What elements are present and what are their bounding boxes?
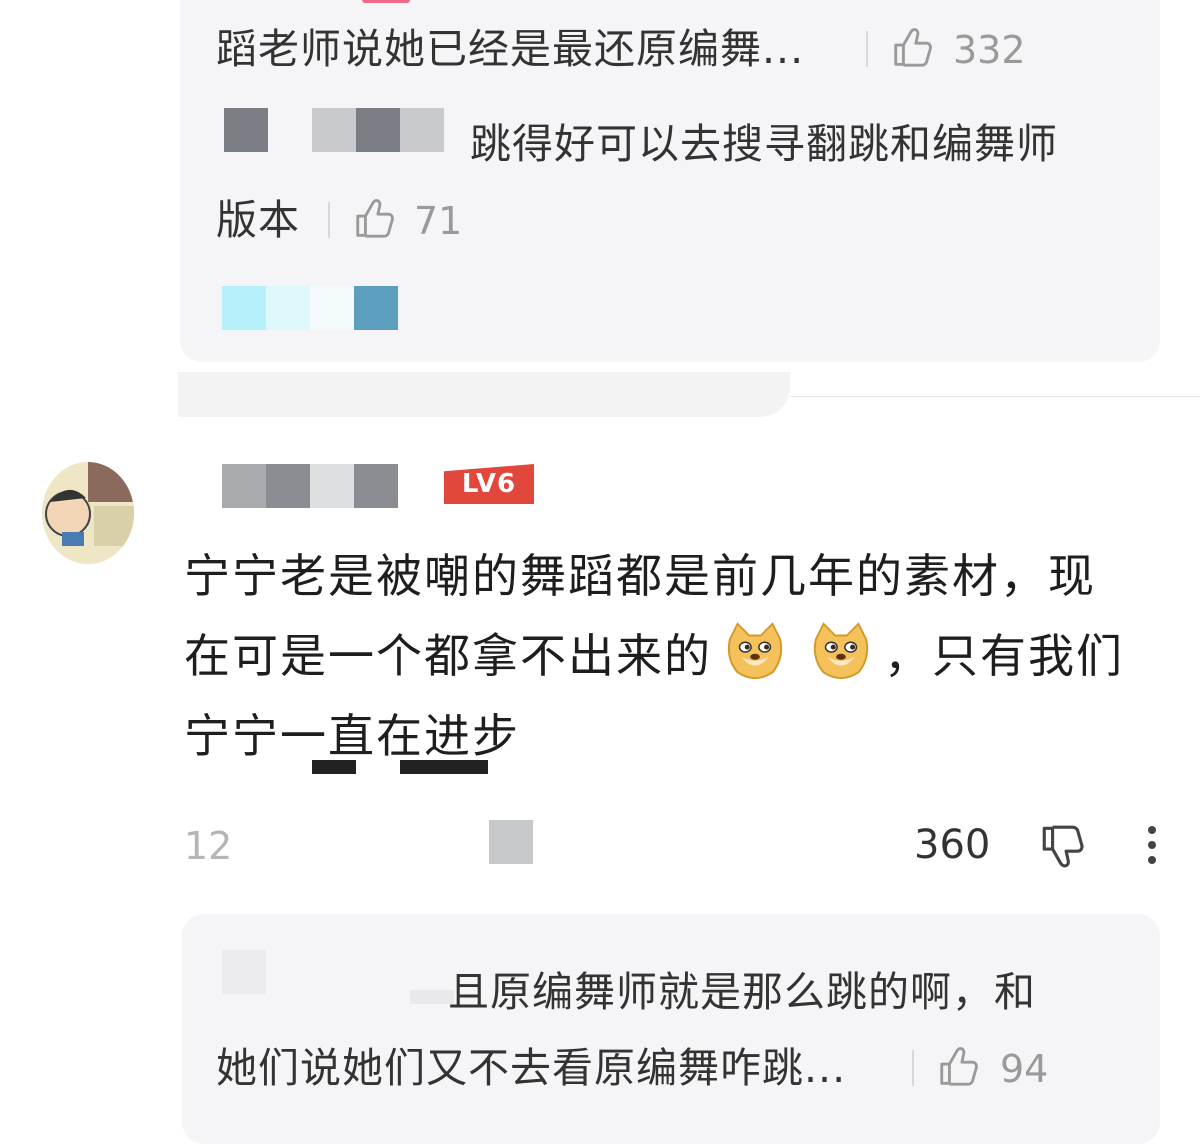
- level-badge: LV6: [444, 464, 534, 504]
- comment-text-part: ，只有我们: [884, 629, 1124, 683]
- redacted-username[interactable]: [222, 464, 266, 508]
- divider: [790, 396, 1200, 397]
- separator: [912, 1050, 914, 1086]
- separator: [866, 31, 868, 67]
- like-count: 332: [953, 28, 1026, 72]
- reply-text[interactable]: 跳得好可以去搜寻翻跳和编舞师: [470, 120, 1058, 168]
- redacted-username: [356, 108, 400, 152]
- redacted-username: [224, 108, 268, 152]
- comment-time: 12: [184, 824, 233, 868]
- redacted-username: [312, 108, 356, 152]
- badge-sliver: [362, 0, 410, 3]
- redacted-link[interactable]: [310, 286, 354, 330]
- redacted-link[interactable]: [266, 286, 310, 330]
- reply-text[interactable]: 版本: [216, 196, 300, 244]
- thumbs-up-icon[interactable]: [352, 195, 398, 241]
- redacted-username[interactable]: [266, 464, 310, 508]
- comment-line: 宁宁老是被嘲的舞蹈都是前几年的素材，现: [184, 549, 1096, 603]
- like-count: 71: [414, 199, 463, 243]
- like-count: 94: [1000, 1047, 1049, 1091]
- like-count[interactable]: 360: [914, 822, 990, 868]
- reply-text[interactable]: 且原编舞师就是那么跳的啊，和: [448, 968, 1036, 1016]
- redacted-reply-button[interactable]: [489, 820, 533, 864]
- redacted-username[interactable]: [354, 464, 398, 508]
- reply-box: [182, 914, 1160, 1144]
- redacted-username: [400, 108, 444, 152]
- redacted-username[interactable]: [222, 950, 266, 994]
- redacted-username[interactable]: [310, 464, 354, 508]
- doge-emoji: [727, 622, 783, 680]
- reply-text[interactable]: 她们说她们又不去看原编舞咋跳...: [216, 1044, 846, 1092]
- doge-emoji: [813, 622, 869, 680]
- reply-box-tail: [178, 372, 790, 417]
- comment-text[interactable]: 宁宁老是被嘲的舞蹈都是前几年的素材，现 在可是一个都拿不出来的 ，只有我们 宁宁一…: [184, 536, 1164, 776]
- thumbs-up-icon[interactable]: [936, 1043, 982, 1089]
- comment-line: 在可是一个都拿不出来的 ，只有我们: [184, 616, 1164, 696]
- comment-text-part: 在可是一个都拿不出来的: [184, 629, 712, 683]
- avatar[interactable]: [42, 462, 134, 564]
- redacted-mark: [400, 760, 488, 774]
- redacted-mark: [312, 760, 356, 774]
- redacted-link[interactable]: [354, 286, 398, 330]
- redacted-link[interactable]: [222, 286, 266, 330]
- thumbs-down-icon[interactable]: [1038, 822, 1088, 872]
- reply-text[interactable]: 蹈老师说她已经是最还原编舞...: [216, 25, 804, 73]
- more-vertical-icon[interactable]: [1148, 826, 1158, 871]
- separator: [328, 202, 330, 238]
- thumbs-up-icon[interactable]: [890, 24, 936, 70]
